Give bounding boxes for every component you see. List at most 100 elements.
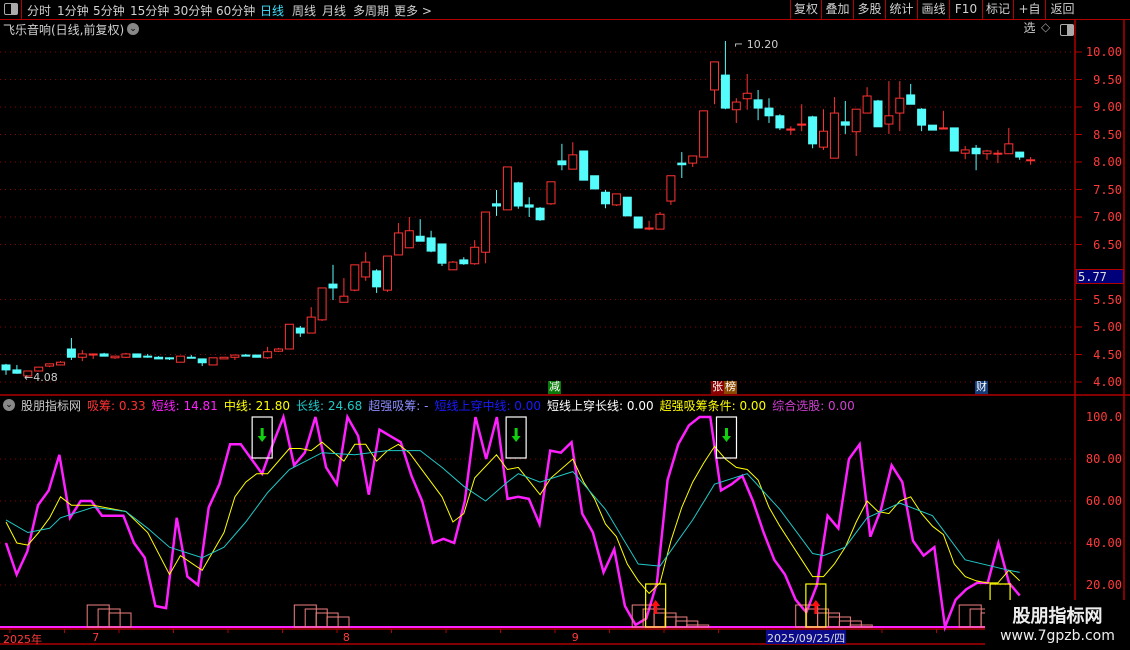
candle-body	[655, 213, 665, 230]
candle-body	[154, 356, 164, 360]
low-price-value: 4.08	[33, 371, 58, 384]
legend-item-2: 中线: 21.80	[223, 398, 291, 413]
candle-body	[513, 182, 523, 207]
candle-body	[317, 287, 327, 321]
candle-body	[786, 128, 796, 131]
candle-body	[557, 160, 567, 166]
candle-body	[502, 166, 512, 211]
down-arrow-icon	[511, 428, 521, 442]
candle-body	[742, 92, 752, 100]
candle-body	[666, 175, 676, 202]
price-axis-label: 9.00	[1093, 100, 1122, 114]
candle-body	[764, 107, 774, 117]
candle-body	[241, 354, 251, 357]
candle-body	[143, 355, 153, 358]
candle-body	[699, 110, 709, 158]
candle-body	[372, 270, 382, 288]
candle-body	[938, 127, 948, 130]
candle-body	[917, 108, 927, 126]
price-axis-label: 8.00	[1093, 155, 1122, 169]
candle-body	[1015, 151, 1025, 158]
candle-body	[590, 175, 600, 190]
price-axis-label: 5.50	[1093, 292, 1122, 307]
candle-body	[829, 112, 839, 159]
date-axis-label: 2025年	[3, 633, 42, 646]
candle-body	[753, 99, 763, 109]
candle-body	[775, 115, 785, 129]
watermark-url: www.7gpzb.com	[1000, 628, 1115, 644]
candle-body	[252, 354, 262, 358]
date-axis-label: 9	[571, 631, 579, 644]
candle-body	[88, 353, 98, 356]
candle-body	[895, 97, 905, 114]
candle-body	[361, 261, 371, 278]
candle-body	[535, 207, 545, 221]
indicator-menu-chevron-icon[interactable]: ⌄	[3, 399, 15, 411]
candle-body	[99, 353, 109, 357]
up-arrow-icon	[811, 600, 821, 614]
price-axis-label: 7.00	[1093, 210, 1122, 224]
candle-body	[45, 363, 55, 367]
marker-limit-up-1[interactable]: 张	[711, 381, 724, 394]
candle-body	[66, 348, 76, 358]
candle-body	[710, 61, 719, 91]
indicator-axis-label: 20.00	[1085, 578, 1122, 592]
candle-body	[77, 353, 87, 358]
candle-body	[622, 196, 632, 217]
cursor-price-label: 5.77	[1076, 269, 1124, 284]
legend-item-6: 短线上穿长线: 0.00	[547, 398, 654, 413]
candle-body	[132, 353, 142, 358]
candle-body	[546, 181, 556, 205]
candle-body	[263, 351, 273, 359]
legend-item-5: 短线上穿中线: 0.00	[434, 398, 542, 413]
chart-canvas[interactable]	[0, 0, 1130, 650]
legend-item-4: 超强吸筹: -	[368, 398, 429, 413]
candle-body	[339, 295, 349, 303]
indicator-axis-label: 100.0	[1085, 410, 1122, 424]
marker-finance[interactable]: 财	[975, 381, 988, 394]
low-price-label: ←4.08	[24, 371, 58, 384]
candle-body	[906, 94, 916, 105]
candle-body	[568, 154, 578, 170]
candle-body	[219, 356, 229, 360]
candle-body	[862, 95, 872, 114]
legend-item-1: 短线: 14.81	[151, 398, 218, 413]
candle-body	[928, 124, 937, 131]
candle-body	[644, 227, 654, 230]
cursor-date-label: 2025/09/25/四	[766, 630, 847, 645]
legend-item-7: 超强吸筹条件: 0.00	[659, 398, 767, 413]
candle-body	[993, 152, 1003, 155]
candle-body	[121, 353, 131, 358]
candle-body	[720, 74, 730, 109]
price-axis-label: 8.50	[1093, 127, 1122, 142]
candle-body	[415, 235, 425, 242]
pending-signal-box	[989, 583, 1011, 600]
candle-body	[873, 100, 883, 128]
candle-body	[448, 261, 458, 271]
candle-body	[851, 108, 861, 133]
candle-body	[982, 150, 992, 155]
price-axis-label: 4.50	[1093, 347, 1122, 362]
down-arrow-icon	[721, 428, 731, 442]
short-line	[4, 412, 1021, 632]
candle-body	[960, 149, 970, 154]
marker-limit-up-2[interactable]: 榜	[724, 381, 737, 394]
indicator-name[interactable]: 股朋指标网	[21, 397, 81, 414]
candle-body	[186, 356, 196, 359]
candle-body	[1004, 143, 1014, 155]
candle-body	[611, 193, 621, 206]
high-price-label: ⌐ 10.20	[734, 38, 779, 51]
up-arrow-icon	[651, 600, 661, 614]
candle-body	[295, 327, 305, 334]
candle-body	[601, 191, 610, 205]
candle-body	[579, 150, 589, 181]
indicator-axis-label: 80.00	[1085, 452, 1122, 466]
price-axis-label: 10.00	[1085, 45, 1122, 59]
price-axis-label: 7.50	[1093, 182, 1122, 197]
marker-reduce[interactable]: 减	[548, 381, 561, 394]
candle-body	[492, 203, 501, 207]
candle-body	[524, 204, 534, 208]
candle-body	[840, 121, 850, 126]
candle-body	[808, 116, 818, 145]
legend-item-3: 长线: 24.68	[296, 398, 363, 413]
